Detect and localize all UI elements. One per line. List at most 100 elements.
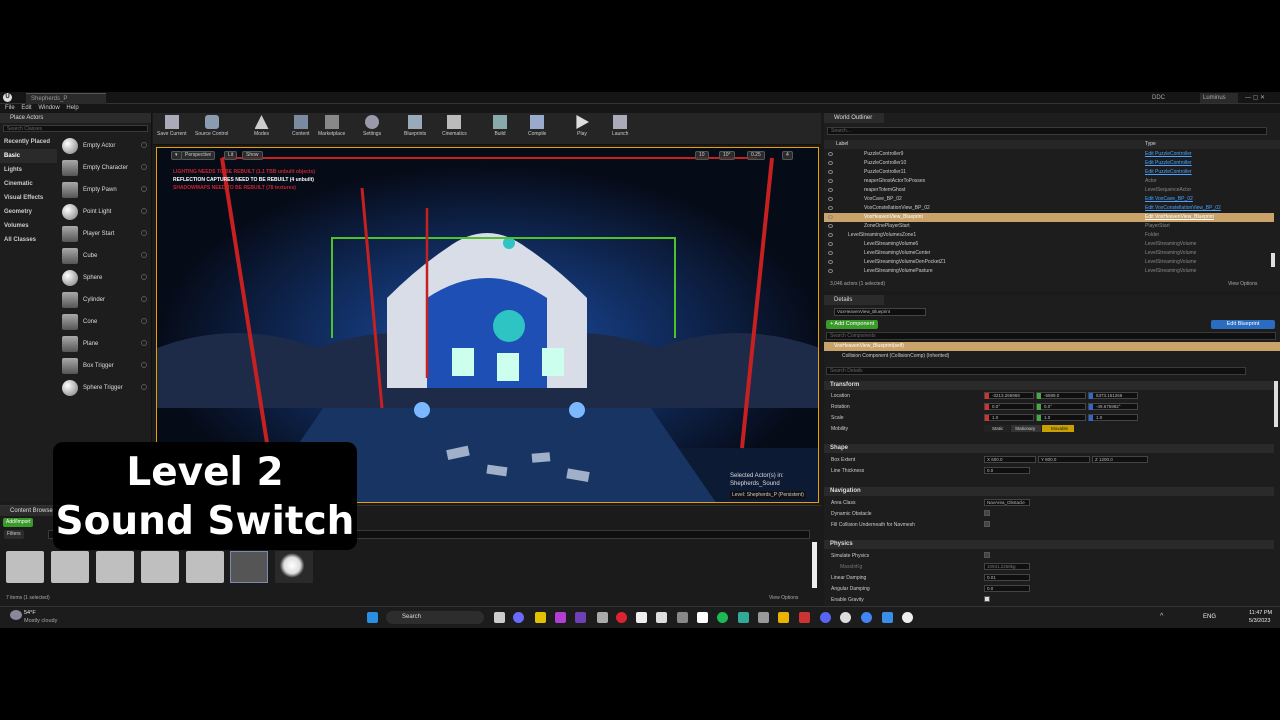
dynamic-obstacle-checkbox[interactable] [984, 510, 990, 516]
collision-component-row[interactable]: Collision Component (CollisionComp) (Inh… [824, 352, 1280, 361]
visibility-eye-icon[interactable] [828, 242, 833, 246]
transform-section[interactable]: Transform [824, 381, 1274, 390]
mass-field[interactable]: 10931.2258kg [984, 563, 1030, 570]
discord-icon[interactable] [820, 612, 831, 623]
rotation-snap-value[interactable]: 10° [719, 151, 735, 160]
app-icon[interactable] [677, 612, 688, 623]
actor-name-field[interactable]: VoxHeavenView_Blueprint [834, 308, 926, 316]
info-icon[interactable] [141, 340, 147, 346]
actor-point-light[interactable]: Point Light [58, 201, 150, 223]
box-extent-y-field[interactable]: Y 800.0 [1038, 456, 1090, 463]
app-icon[interactable] [697, 612, 708, 623]
blueprints-button[interactable]: Blueprints [404, 115, 426, 137]
cinematics-button[interactable]: Cinematics [442, 115, 467, 137]
actor-sphere-trigger[interactable]: Sphere Trigger [58, 377, 150, 399]
rotation-y-field[interactable]: 0.0° [1036, 403, 1086, 410]
perspective-button[interactable]: Perspective [181, 151, 216, 160]
launch-button[interactable]: Launch [612, 115, 628, 137]
add-import-button[interactable]: Add/Import [3, 518, 34, 527]
outliner-row[interactable]: PuzzleController9 Edit PuzzleController [824, 150, 1274, 159]
visibility-eye-icon[interactable] [828, 251, 833, 255]
visibility-eye-icon[interactable] [828, 269, 833, 273]
rotation-z-field[interactable]: -49.675982° [1088, 403, 1138, 410]
visibility-eye-icon[interactable] [828, 215, 833, 219]
fill-collision-checkbox[interactable] [984, 521, 990, 527]
folder-icon[interactable] [51, 551, 89, 583]
window-controls[interactable]: — ▢ ✕ [1245, 93, 1265, 103]
content-browser-tab[interactable]: Content Browser [0, 506, 60, 516]
app-icon[interactable] [656, 612, 667, 623]
scrollbar[interactable] [812, 542, 817, 588]
mobility-static[interactable]: Static [984, 425, 1010, 432]
location-x-field[interactable]: -3213.266969 [984, 392, 1034, 399]
scrollbar[interactable] [1274, 381, 1278, 427]
search-components-input[interactable]: Search Components [826, 332, 1276, 340]
category-visual-effects[interactable]: Visual Effects [0, 191, 57, 205]
area-class-dropdown[interactable]: NavArea_Obstacle [984, 499, 1030, 506]
outliner-row[interactable]: LevelStreamingVolumeDenPocketZ1 LevelStre… [824, 258, 1274, 267]
visibility-eye-icon[interactable] [828, 161, 833, 165]
app-icon[interactable] [616, 612, 627, 623]
windows-start-icon[interactable] [367, 612, 378, 623]
language-indicator[interactable]: ENG [1203, 614, 1216, 620]
actor-plane[interactable]: Plane [58, 333, 150, 355]
category-volumes[interactable]: Volumes [0, 219, 57, 233]
details-tab[interactable]: Details [824, 295, 884, 305]
outliner-search-input[interactable]: Search... [827, 127, 1267, 135]
scrollbar[interactable] [1271, 253, 1275, 267]
menu-edit[interactable]: Edit [21, 105, 31, 111]
outliner-row[interactable]: VoxConstellationView_BP_02 Edit VoxConste… [824, 204, 1274, 213]
info-icon[interactable] [141, 230, 147, 236]
visibility-eye-icon[interactable] [828, 260, 833, 264]
outliner-row[interactable]: ZoneOnePlayerStart PlayerStart [824, 222, 1274, 231]
outliner-row[interactable]: reaperGhostActorToPosses Actor [824, 177, 1274, 186]
marketplace-button[interactable]: Marketplace [318, 115, 345, 137]
mobility-stationary[interactable]: Stationary [1011, 425, 1041, 432]
app-icon[interactable] [840, 612, 851, 623]
box-extent-x-field[interactable]: X 600.0 [984, 456, 1036, 463]
system-tray-icons[interactable]: ^ [1160, 613, 1163, 620]
outliner-row[interactable]: LevelStreamingVolume6 LevelStreamingVolum… [824, 240, 1274, 249]
category-cinematic[interactable]: Cinematic [0, 177, 57, 191]
outliner-type[interactable]: Edit PuzzleController [1145, 150, 1192, 159]
visibility-eye-icon[interactable] [828, 197, 833, 201]
info-icon[interactable] [141, 208, 147, 214]
camera-speed-value[interactable]: 4 [782, 151, 793, 160]
source-control-button[interactable]: Source Control [195, 115, 228, 137]
info-icon[interactable] [141, 274, 147, 280]
outliner-row[interactable]: PuzzleController11 Edit PuzzleController [824, 168, 1274, 177]
outliner-row[interactable]: reaperTotemGhost LevelSequenceActor [824, 186, 1274, 195]
weather-temp[interactable]: 54°F [24, 610, 36, 616]
app-icon[interactable] [882, 612, 893, 623]
enable-gravity-checkbox[interactable] [984, 596, 990, 602]
info-icon[interactable] [141, 318, 147, 324]
outliner-row[interactable]: LevelStreamingVolumePasture LevelStreamin… [824, 267, 1274, 276]
category-geometry[interactable]: Geometry [0, 205, 57, 219]
unreal-engine-icon[interactable] [902, 612, 913, 623]
search-details-input[interactable]: Search Details [826, 367, 1246, 375]
physics-section[interactable]: Physics [824, 540, 1274, 549]
outliner-type[interactable]: Edit VoxCave_BP_02 [1145, 195, 1193, 204]
menu-help[interactable]: Help [66, 105, 78, 111]
add-component-button[interactable]: + Add Component [826, 320, 879, 329]
viewport-options-button[interactable]: ▾ [171, 151, 182, 160]
outliner-type[interactable]: Edit PuzzleController [1145, 159, 1192, 168]
outliner-type[interactable]: Edit PuzzleController [1145, 168, 1192, 177]
place-actors-tab[interactable]: Place Actors [0, 113, 151, 123]
outliner-row[interactable]: VoxCave_BP_02 Edit VoxCave_BP_02 [824, 195, 1274, 204]
folder-icon[interactable] [186, 551, 224, 583]
actor-sphere[interactable]: Sphere [58, 267, 150, 289]
actor-player-start[interactable]: Player Start [58, 223, 150, 245]
visibility-eye-icon[interactable] [828, 152, 833, 156]
location-z-field[interactable]: 5373.151266 [1088, 392, 1138, 399]
outliner-row[interactable]: LevelStreamingVolumeCenter LevelStreaming… [824, 249, 1274, 258]
outliner-type[interactable]: Edit VoxConstellationView_BP_02 [1145, 204, 1221, 213]
visibility-eye-icon[interactable] [828, 188, 833, 192]
box-extent-z-field[interactable]: Z 1200.0 [1092, 456, 1148, 463]
world-outliner-tab[interactable]: World Outliner [824, 113, 884, 123]
content-button[interactable]: Content [292, 115, 310, 137]
grid-snap-value[interactable]: 10 [695, 151, 709, 160]
category-recently-placed[interactable]: Recently Placed [0, 135, 57, 149]
edit-blueprint-button[interactable]: Edit Blueprint [1211, 320, 1275, 329]
filters-button[interactable]: Filters [4, 530, 24, 539]
